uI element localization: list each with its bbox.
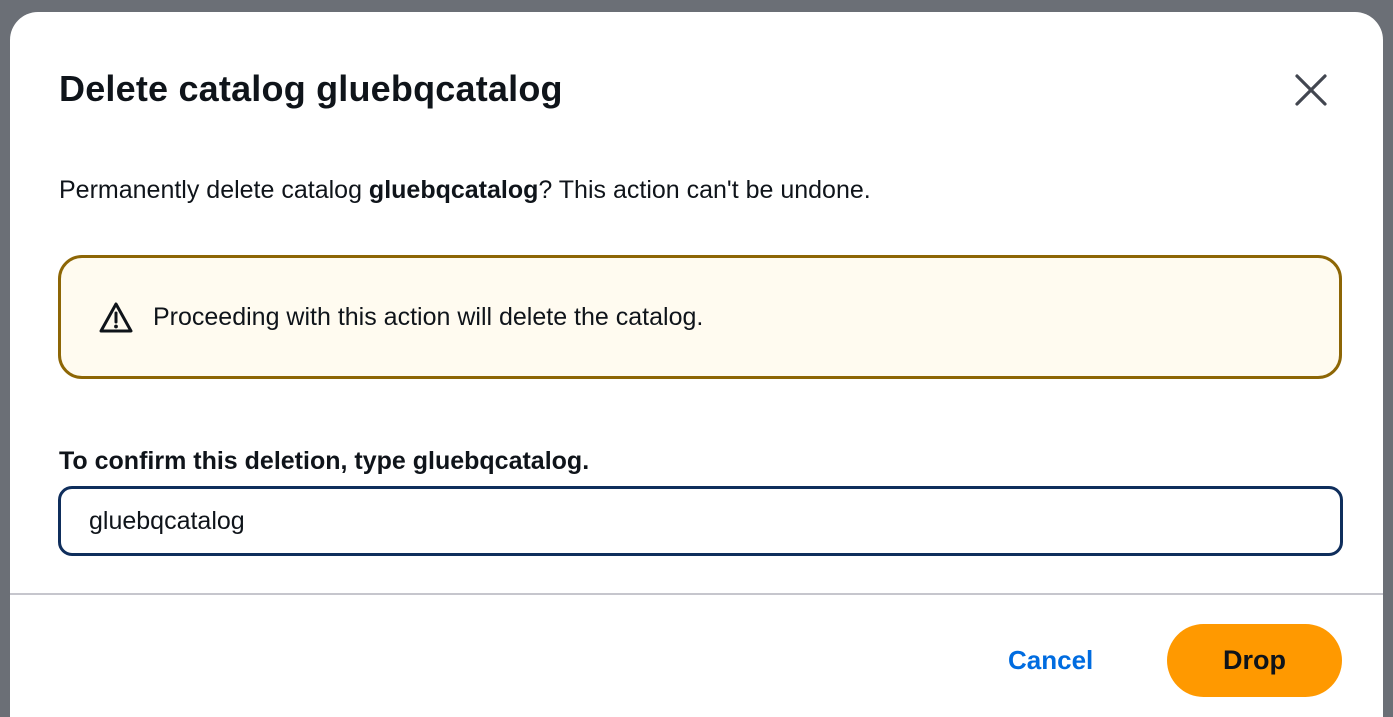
description-suffix: ? This action can't be undone. [538,176,871,204]
confirm-label-name: gluebqcatalog [412,447,583,475]
modal-header: Delete catalog gluebqcatalog [59,64,1343,114]
footer-divider [10,593,1383,595]
description-prefix: Permanently delete catalog [59,176,369,204]
confirm-label-suffix: . [582,447,590,475]
close-icon [1295,74,1327,106]
cancel-button[interactable]: Cancel [980,636,1121,684]
warning-text: Proceeding with this action will delete … [153,303,704,331]
confirm-label: To confirm this deletion, type gluebqcat… [59,442,589,480]
warning-alert: Proceeding with this action will delete … [58,255,1342,379]
description-catalog-name: gluebqcatalog [368,176,539,204]
modal-title: Delete catalog gluebqcatalog [59,68,563,109]
delete-catalog-modal: Delete catalog gluebqcatalog Permanently… [10,12,1383,717]
confirm-label-prefix: To confirm this deletion, type [59,447,413,475]
close-button[interactable] [1291,70,1331,110]
modal-description: Permanently delete catalog gluebqcatalog… [59,170,871,210]
confirm-input[interactable] [58,486,1343,556]
warning-icon [99,302,133,333]
drop-button[interactable]: Drop [1167,624,1342,697]
